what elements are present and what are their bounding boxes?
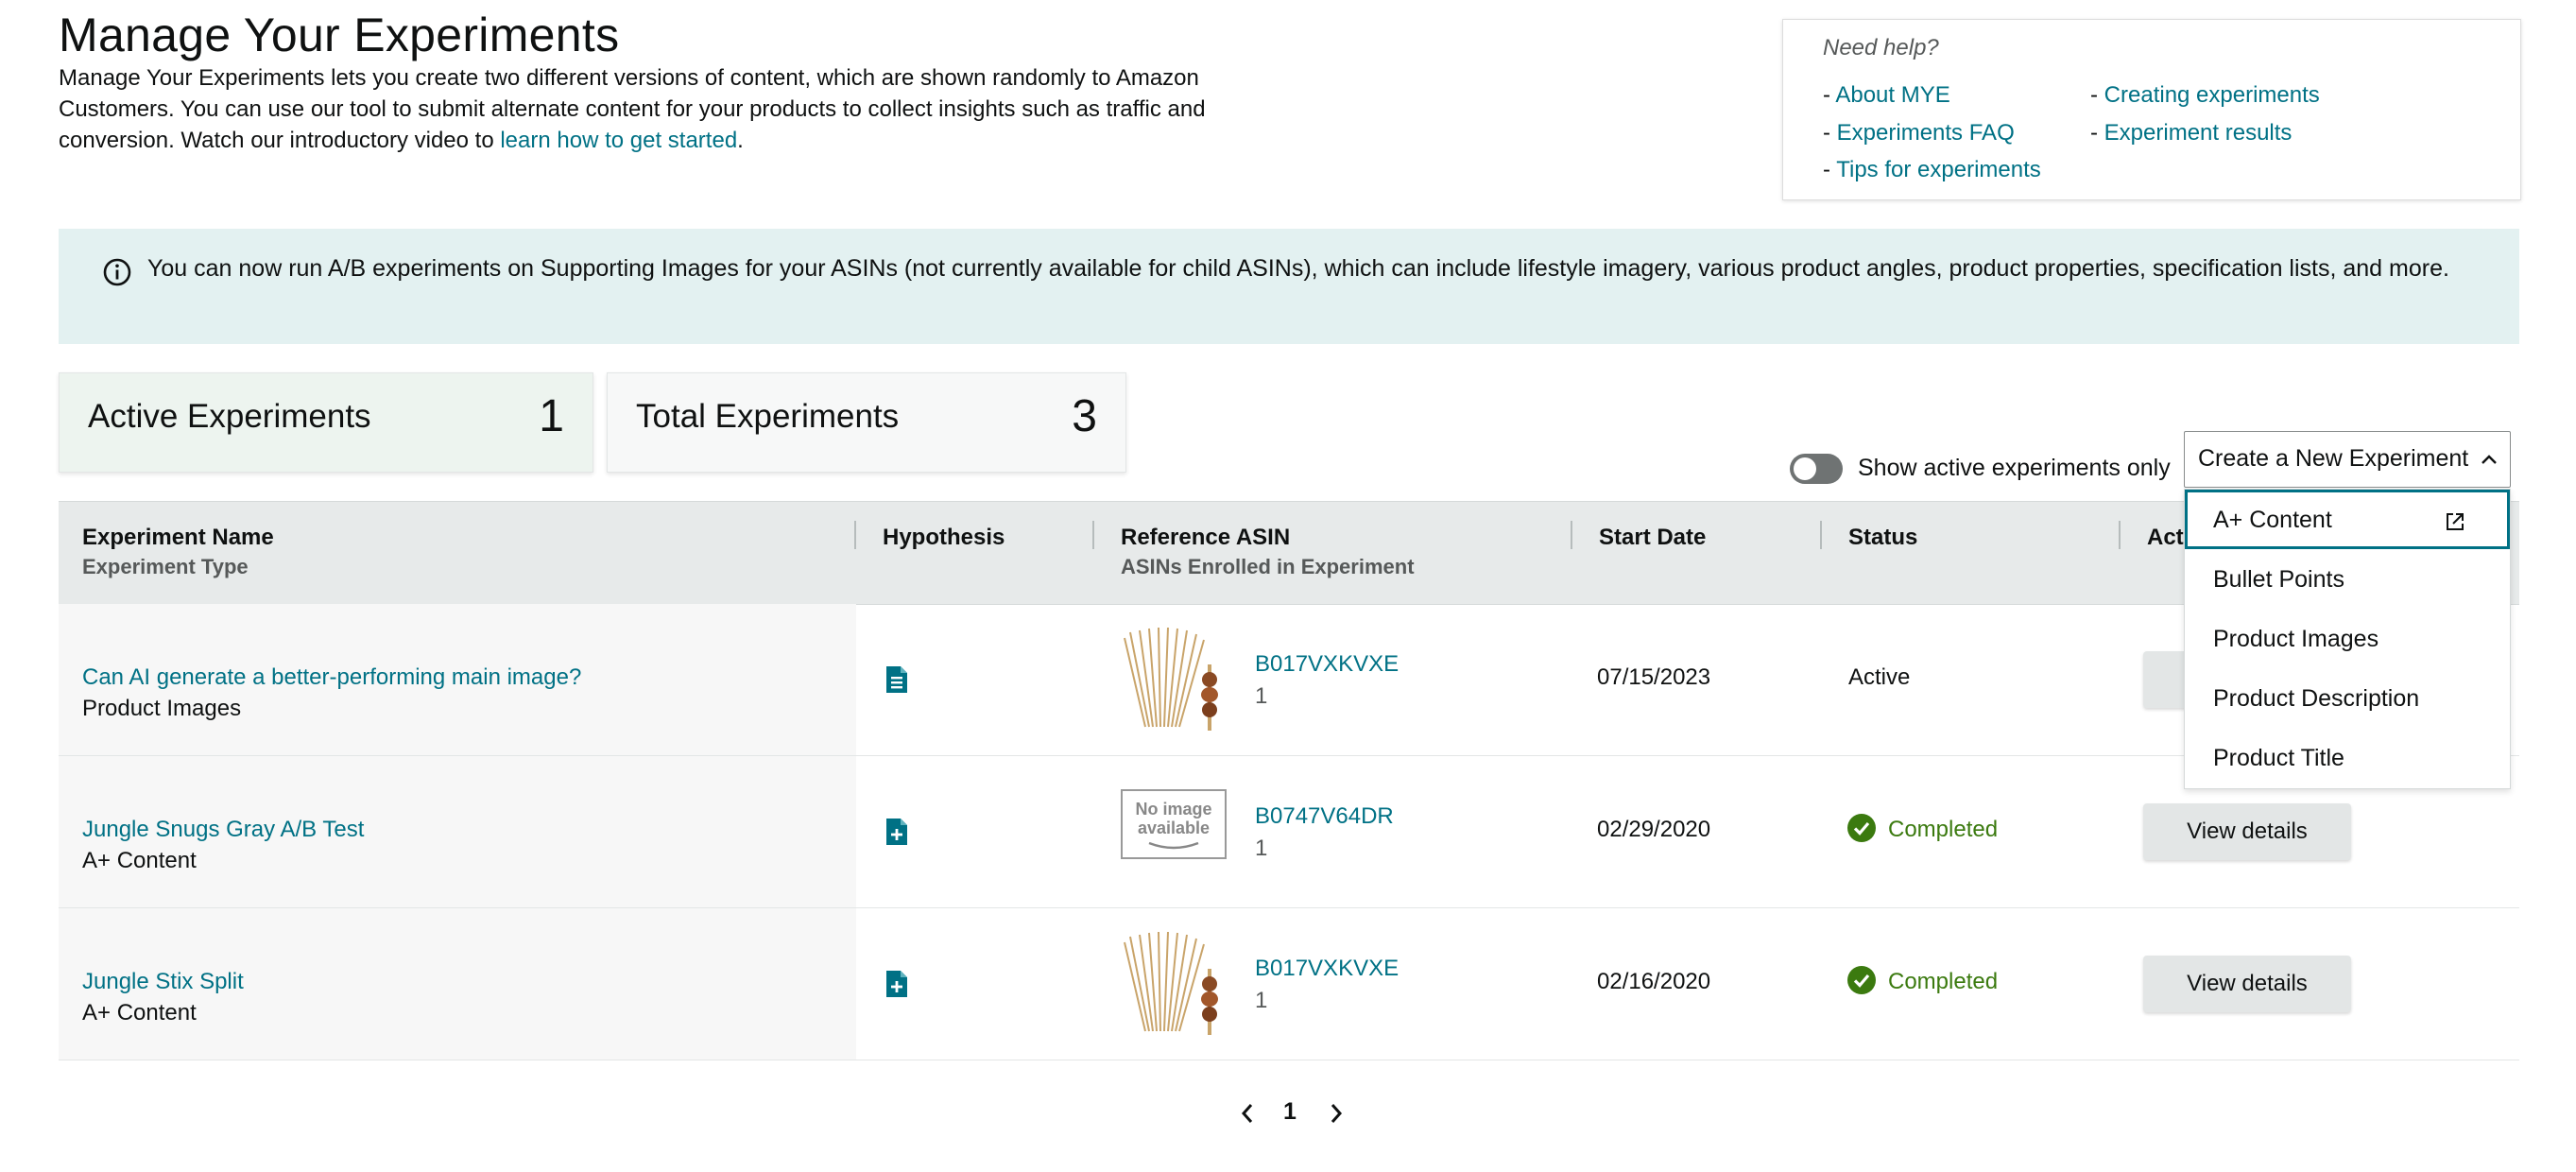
- column-divider: [1092, 521, 1094, 549]
- col-asins-enrolled: ASINs Enrolled in Experiment: [1121, 555, 1415, 578]
- menu-item-product-images[interactable]: Product Images: [2185, 609, 2510, 668]
- view-details-button[interactable]: View details: [2143, 956, 2351, 1012]
- get-started-link[interactable]: learn how to get started: [500, 128, 737, 153]
- active-only-toggle[interactable]: [1790, 454, 1843, 484]
- table-row: Jungle Stix Split A+ Content B017VXKVXE …: [59, 908, 2519, 1060]
- column-divider: [854, 521, 856, 549]
- start-date: 07/15/2023: [1597, 664, 1711, 690]
- col-experiment-name[interactable]: Experiment Name: [82, 525, 274, 551]
- banner-text: You can now run A/B experiments on Suppo…: [147, 255, 2449, 282]
- help-link-experiment-results[interactable]: - Experiment results: [2090, 120, 2292, 146]
- col-start-date[interactable]: Start Date: [1599, 525, 1706, 551]
- experiment-type: A+ Content: [82, 848, 197, 873]
- experiment-name-link[interactable]: Can AI generate a better-performing main…: [82, 664, 581, 691]
- help-title: Need help?: [1823, 35, 1939, 60]
- active-experiments-card: Active Experiments 1: [59, 372, 593, 473]
- product-thumbnail-skewers: [1124, 627, 1218, 731]
- experiment-name-link[interactable]: Jungle Snugs Gray A/B Test: [82, 817, 364, 843]
- help-link-about-mye[interactable]: - About MYE: [1823, 82, 1950, 109]
- menu-item-product-description[interactable]: Product Description: [2185, 668, 2510, 728]
- document-plus-icon[interactable]: [884, 817, 909, 847]
- table-header: Experiment Name Experiment Type Hypothes…: [59, 501, 2519, 605]
- document-plus-icon[interactable]: [884, 969, 909, 999]
- experiment-name-link[interactable]: Jungle Stix Split: [82, 969, 244, 995]
- view-details-button[interactable]: View details: [2143, 803, 2351, 860]
- chevron-left-icon[interactable]: [1238, 1100, 1257, 1127]
- start-date: 02/16/2020: [1597, 969, 1711, 994]
- col-actions: Act: [2147, 525, 2184, 550]
- col-hypothesis: Hypothesis: [883, 525, 1005, 550]
- svg-text:No image: No image: [1135, 800, 1211, 819]
- pagination: 1: [1228, 1094, 1361, 1132]
- experiment-type: A+ Content: [82, 1000, 197, 1026]
- svg-text:available: available: [1138, 819, 1210, 837]
- col-reference-asin: Reference ASIN: [1121, 525, 1291, 550]
- reference-asin-link[interactable]: B017VXKVXE: [1255, 651, 1399, 678]
- active-experiments-count: 1: [539, 391, 564, 441]
- total-experiments-count: 3: [1072, 391, 1097, 441]
- check-circle-icon: [1847, 814, 1876, 842]
- help-box: Need help? - About MYE - Experiments FAQ…: [1782, 19, 2521, 200]
- column-divider: [1820, 521, 1822, 549]
- external-link-icon: [2447, 513, 2464, 530]
- start-date: 02/29/2020: [1597, 817, 1711, 842]
- product-thumbnail-skewers: [1124, 931, 1218, 1035]
- status-text: Active: [1848, 664, 1911, 690]
- menu-item-product-title[interactable]: Product Title: [2185, 728, 2510, 787]
- no-image-placeholder: No image available: [1121, 789, 1227, 859]
- active-only-label: Show active experiments only: [1858, 455, 2171, 481]
- info-banner: You can now run A/B experiments on Suppo…: [59, 229, 2519, 344]
- help-link-experiments-faq[interactable]: - Experiments FAQ: [1823, 120, 2015, 146]
- asins-enrolled-count: 1: [1255, 988, 1268, 1013]
- col-experiment-type: Experiment Type: [82, 555, 249, 578]
- asins-enrolled-count: 1: [1255, 836, 1268, 861]
- intro-text: Manage Your Experiments lets you create …: [59, 62, 1259, 156]
- toggle-knob: [1794, 457, 1816, 480]
- intro-end: .: [737, 128, 744, 153]
- asins-enrolled-count: 1: [1255, 683, 1268, 709]
- status-text: Completed: [1888, 817, 1999, 842]
- info-icon: [103, 258, 131, 286]
- menu-item-bullet-points[interactable]: Bullet Points: [2185, 549, 2510, 609]
- reference-asin-link[interactable]: B017VXKVXE: [1255, 956, 1399, 982]
- chevron-up-icon: [2482, 455, 2497, 464]
- table-row: Can AI generate a better-performing main…: [59, 604, 2519, 756]
- reference-asin-link[interactable]: B0747V64DR: [1255, 803, 1394, 830]
- check-circle-icon: [1847, 966, 1876, 994]
- experiment-type: Product Images: [82, 696, 242, 721]
- col-status: Status: [1848, 525, 1918, 550]
- active-experiments-label: Active Experiments: [88, 398, 371, 435]
- help-link-tips[interactable]: - Tips for experiments: [1823, 157, 2041, 183]
- menu-item-aplus-content[interactable]: A+ Content: [2185, 490, 2510, 549]
- create-experiment-menu: A+ Content Bullet Points Product Images …: [2184, 489, 2511, 789]
- page-title: Manage Your Experiments: [59, 9, 620, 61]
- table-row: Jungle Snugs Gray A/B Test A+ Content No…: [59, 756, 2519, 908]
- total-experiments-label: Total Experiments: [636, 398, 900, 435]
- create-experiment-dropdown[interactable]: Create a New Experiment: [2184, 431, 2511, 488]
- current-page[interactable]: 1: [1283, 1098, 1297, 1126]
- document-icon[interactable]: [884, 664, 909, 695]
- total-experiments-card: Total Experiments 3: [607, 372, 1126, 473]
- column-divider: [1571, 521, 1572, 549]
- help-link-creating-experiments[interactable]: - Creating experiments: [2090, 82, 2320, 109]
- status-text: Completed: [1888, 969, 1999, 994]
- create-experiment-label: Create a New Experiment: [2198, 445, 2469, 472]
- chevron-right-icon[interactable]: [1327, 1100, 1346, 1127]
- column-divider: [2119, 521, 2121, 549]
